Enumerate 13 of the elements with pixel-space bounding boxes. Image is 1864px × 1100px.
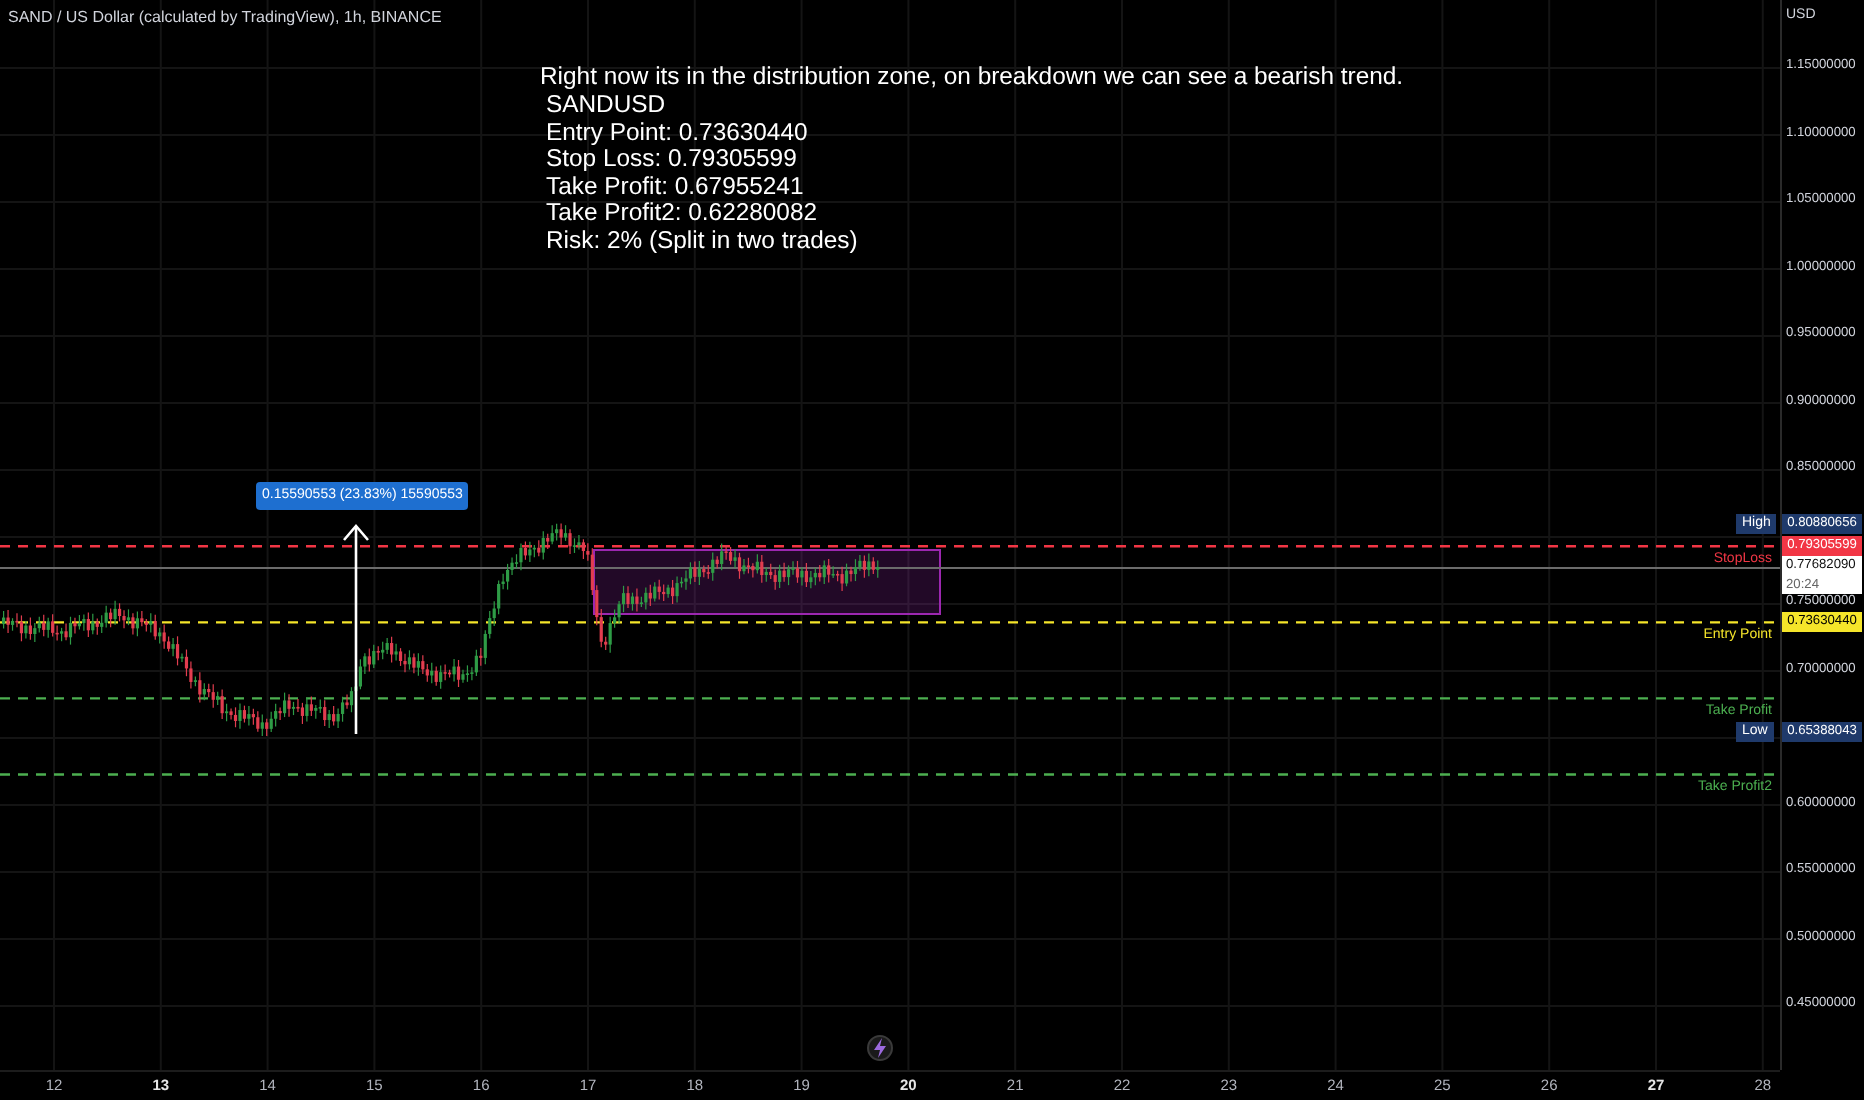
lightning-icon[interactable] [867,1035,893,1061]
note-line: SANDUSD [544,92,668,120]
note-line: Take Profit: 0.67955241 [544,173,806,201]
price-level-line[interactable] [0,773,1780,776]
note-line: Risk: 2% (Split in two trades) [544,227,860,256]
note-line: Take Profit2: 0.62280082 [544,200,820,228]
distribution-zone[interactable] [593,549,941,615]
chart-title: SAND / US Dollar (calculated by TradingView), 1h, BINANCE [8,8,442,26]
measure-arrow[interactable] [343,524,369,734]
note-line: Entry Point: 0.73630440 [544,119,810,147]
note-line: Stop Loss: 0.79305599 [544,146,799,174]
price-level-line[interactable] [0,697,1780,700]
note-headline: Right now its in the distribution zone, on breakdown we can see a bearish trend. [540,62,1404,90]
